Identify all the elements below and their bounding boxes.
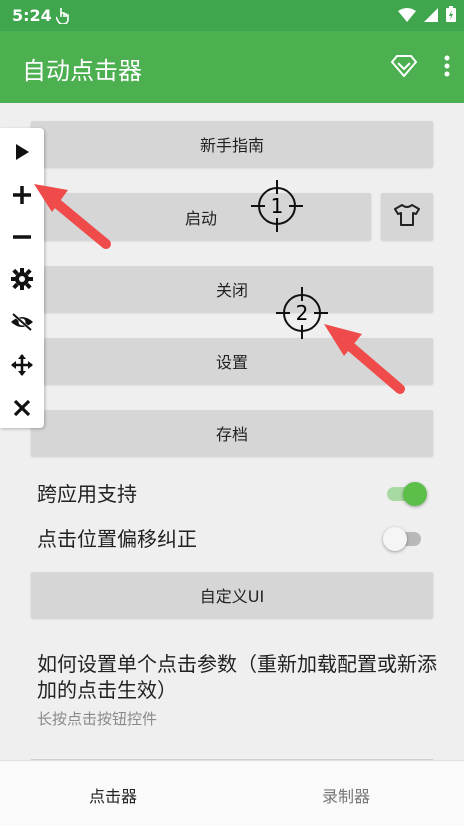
offset-correction-switch[interactable] [383, 527, 427, 551]
signal-icon [424, 7, 438, 26]
close-button[interactable]: 关闭 [31, 266, 433, 312]
nav-recorder[interactable]: 录制器 [322, 783, 370, 807]
main-content: 新手指南 启动 关闭 设置 存档 跨应用支持 点击位置偏移纠正 自定义UI 如何… [0, 103, 464, 760]
theme-button[interactable] [381, 193, 433, 240]
save-button[interactable]: 存档 [31, 410, 433, 456]
play-icon[interactable] [10, 140, 34, 164]
help-title: 如何设置单个点击参数（重新加载配置或新添加的点击生效） [37, 652, 437, 702]
visibility-off-icon[interactable] [10, 310, 34, 334]
offset-correction-toggle-row[interactable]: 点击位置偏移纠正 [37, 517, 427, 557]
cross-app-switch[interactable] [387, 482, 427, 506]
settings-button[interactable]: 设置 [31, 338, 433, 384]
bottom-nav: 点击器 录制器 [0, 760, 464, 826]
cross-app-label: 跨应用支持 [37, 482, 137, 506]
offset-correction-label: 点击位置偏移纠正 [37, 527, 197, 551]
more-vert-icon[interactable] [444, 55, 450, 81]
click-target-2-label: 2 [295, 301, 309, 325]
click-target-2[interactable]: 2 [277, 288, 327, 338]
app-title: 自动点击器 [22, 57, 142, 85]
wifi-icon [398, 7, 416, 26]
remove-icon[interactable] [10, 225, 34, 249]
click-target-1-label: 1 [270, 194, 284, 218]
close-icon[interactable] [10, 396, 34, 420]
help-subtitle: 长按点击按钮控件 [37, 710, 158, 728]
touch-icon [55, 6, 70, 28]
nav-clicker[interactable]: 点击器 [89, 783, 137, 807]
status-bar: 5:24 [0, 0, 464, 31]
diamond-icon[interactable] [390, 55, 418, 81]
status-time: 5:24 [12, 6, 52, 25]
gear-icon[interactable] [10, 267, 34, 291]
battery-charging-icon [446, 6, 456, 26]
start-button[interactable]: 启动 [31, 193, 371, 240]
floating-control-bar [0, 128, 44, 428]
shirt-icon [394, 203, 420, 230]
move-icon[interactable] [10, 353, 34, 377]
cross-app-toggle-row[interactable]: 跨应用支持 [37, 472, 427, 512]
add-icon[interactable] [10, 183, 34, 207]
click-target-1[interactable]: 1 [252, 181, 302, 231]
guide-button[interactable]: 新手指南 [31, 121, 433, 167]
custom-ui-button[interactable]: 自定义UI [31, 572, 433, 618]
app-bar: 自动点击器 [0, 31, 464, 103]
